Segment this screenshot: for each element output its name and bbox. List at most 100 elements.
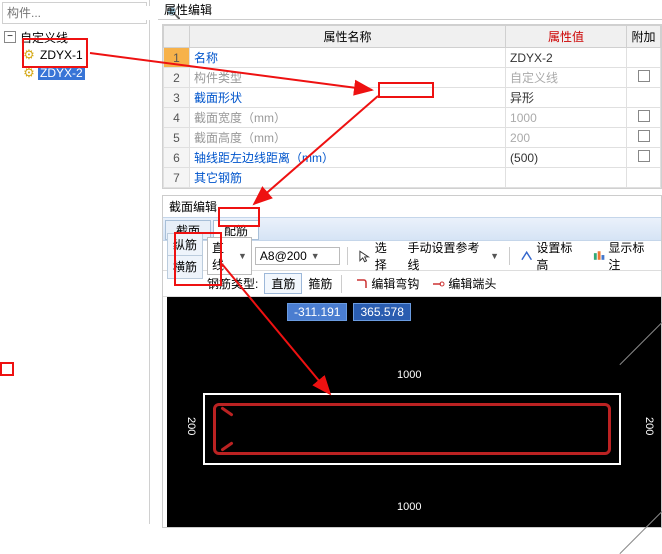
toolbar-main: 纵筋 横筋 直线 ▼ A8@200 ▼ <box>163 241 661 271</box>
prop-extra[interactable] <box>627 108 661 128</box>
tree-item-label: ZDYX-2 <box>38 66 85 80</box>
tree-item-label: ZDYX-1 <box>38 48 85 62</box>
prop-name: 轴线距左边线距离（mm） <box>190 148 506 168</box>
tree-item[interactable]: ⚙ ZDYX-1 <box>0 46 149 64</box>
edit-hook-button[interactable]: 编辑弯钩 <box>351 274 422 293</box>
tree-root-label: 自定义线 <box>18 29 70 46</box>
search-box: 🔍 <box>2 2 147 24</box>
row-number: 4 <box>164 108 190 128</box>
property-row[interactable]: 1名称ZDYX-2 <box>164 48 661 68</box>
edit-end-button[interactable]: 编辑端头 <box>428 274 499 293</box>
prop-value[interactable] <box>506 168 627 188</box>
gear-icon: ⚙ <box>22 48 36 62</box>
line-type-dropdown[interactable]: 直线 ▼ <box>207 237 252 275</box>
chevron-down-icon: ▼ <box>238 251 247 261</box>
property-row[interactable]: 3截面形状异形 <box>164 88 661 108</box>
search-input[interactable] <box>3 6 166 20</box>
markers-icon <box>592 249 605 263</box>
prop-name: 截面形状 <box>190 88 506 108</box>
line-type-label: 直线 <box>212 239 234 273</box>
end-icon <box>431 277 445 291</box>
section-editor-title: 截面编辑 <box>163 196 661 217</box>
coord-y: 365.578 <box>353 303 410 321</box>
separator <box>509 247 510 265</box>
rebar-type-label: 钢筋类型: <box>207 275 258 292</box>
stirrup-shape <box>213 403 611 455</box>
collapse-icon[interactable]: − <box>4 31 16 43</box>
prop-value[interactable]: (500) <box>506 148 627 168</box>
col-name: 属性名称 <box>190 26 506 48</box>
prop-name: 截面宽度（mm） <box>190 108 506 128</box>
component-tree-panel: 🔍 − 自定义线 ⚙ ZDYX-1 ⚙ ZDYX-2 <box>0 0 150 524</box>
prop-extra[interactable] <box>627 168 661 188</box>
row-number: 5 <box>164 128 190 148</box>
row-number: 3 <box>164 88 190 108</box>
toolbar-rebar-type: 钢筋类型: 直筋 箍筋 编辑弯钩 编辑端头 <box>163 271 661 297</box>
prop-name: 名称 <box>190 48 506 68</box>
prop-value[interactable]: 200 <box>506 128 627 148</box>
coord-x: -311.191 <box>287 303 347 321</box>
set-elevation-button[interactable]: 设置标高 <box>517 238 585 274</box>
row-number: 7 <box>164 168 190 188</box>
prop-value[interactable]: 1000 <box>506 108 627 128</box>
checkbox-icon[interactable] <box>638 150 650 162</box>
side-tab-transverse[interactable]: 横筋 <box>168 256 202 278</box>
property-row[interactable]: 2构件类型自定义线 <box>164 68 661 88</box>
rebar-side-tabs: 纵筋 横筋 <box>167 233 203 279</box>
diag-line <box>619 511 662 554</box>
property-row[interactable]: 4截面宽度（mm）1000 <box>164 108 661 128</box>
dim-width-bottom: 1000 <box>397 501 421 513</box>
row-number: 6 <box>164 148 190 168</box>
prop-name: 构件类型 <box>190 68 506 88</box>
rebar-spec-value: A8@200 <box>260 249 307 263</box>
separator <box>347 247 348 265</box>
diag-line <box>619 322 662 365</box>
stirrup-rebar-button[interactable]: 箍筋 <box>308 275 332 292</box>
section-editor: 截面编辑 截面 配筋 纵筋 横筋 直线 ▼ <box>162 195 662 528</box>
prop-extra[interactable] <box>627 88 661 108</box>
manual-refline-button[interactable]: 手动设置参考线 ▼ <box>405 238 503 274</box>
separator <box>341 275 342 293</box>
property-row[interactable]: 7其它钢筋 <box>164 168 661 188</box>
right-panel: 属性编辑 属性名称 属性值 附加 1名称ZDYX-22构件类型自定义线3截面形状… <box>158 0 662 524</box>
prop-value[interactable]: ZDYX-2 <box>506 48 627 68</box>
dim-height-left: 200 <box>185 417 197 435</box>
hook-icon <box>354 277 368 291</box>
property-row[interactable]: 5截面高度（mm）200 <box>164 128 661 148</box>
dim-width-top: 1000 <box>397 369 421 381</box>
col-rownum <box>164 26 190 48</box>
col-extra: 附加 <box>627 26 661 48</box>
chevron-down-icon: ▼ <box>490 251 499 261</box>
property-row[interactable]: 6轴线距左边线距离（mm）(500) <box>164 148 661 168</box>
property-panel-title: 属性编辑 <box>158 0 662 20</box>
row-number: 2 <box>164 68 190 88</box>
cursor-icon <box>358 249 371 263</box>
prop-extra[interactable] <box>627 128 661 148</box>
dim-height-right: 200 <box>643 417 655 435</box>
prop-value[interactable]: 异形 <box>506 88 627 108</box>
elevation-icon <box>520 249 533 263</box>
checkbox-icon[interactable] <box>638 130 650 142</box>
show-markers-button[interactable]: 显示标注 <box>589 238 657 274</box>
select-button[interactable]: 选择 <box>355 238 400 274</box>
prop-extra[interactable] <box>627 68 661 88</box>
tree-root[interactable]: − 自定义线 <box>0 28 149 46</box>
prop-value[interactable]: 自定义线 <box>506 68 627 88</box>
prop-extra[interactable] <box>627 148 661 168</box>
tree: − 自定义线 ⚙ ZDYX-1 ⚙ ZDYX-2 <box>0 26 149 84</box>
straight-rebar-button[interactable]: 直筋 <box>264 273 302 294</box>
checkbox-icon[interactable] <box>638 110 650 122</box>
coordinate-readout: -311.191 365.578 <box>287 303 411 321</box>
property-grid: 属性名称 属性值 附加 1名称ZDYX-22构件类型自定义线3截面形状异形4截面… <box>162 24 662 189</box>
section-canvas[interactable]: -311.191 365.578 1000 200 200 1000 <box>167 297 661 527</box>
col-value: 属性值 <box>506 26 627 48</box>
rebar-spec-dropdown[interactable]: A8@200 ▼ <box>255 247 341 265</box>
tree-item[interactable]: ⚙ ZDYX-2 <box>0 64 149 82</box>
prop-name: 其它钢筋 <box>190 168 506 188</box>
chevron-down-icon: ▼ <box>311 251 320 261</box>
prop-extra[interactable] <box>627 48 661 68</box>
gear-icon: ⚙ <box>22 66 36 80</box>
checkbox-icon[interactable] <box>638 70 650 82</box>
row-number: 1 <box>164 48 190 68</box>
side-tab-longitudinal[interactable]: 纵筋 <box>168 234 202 256</box>
